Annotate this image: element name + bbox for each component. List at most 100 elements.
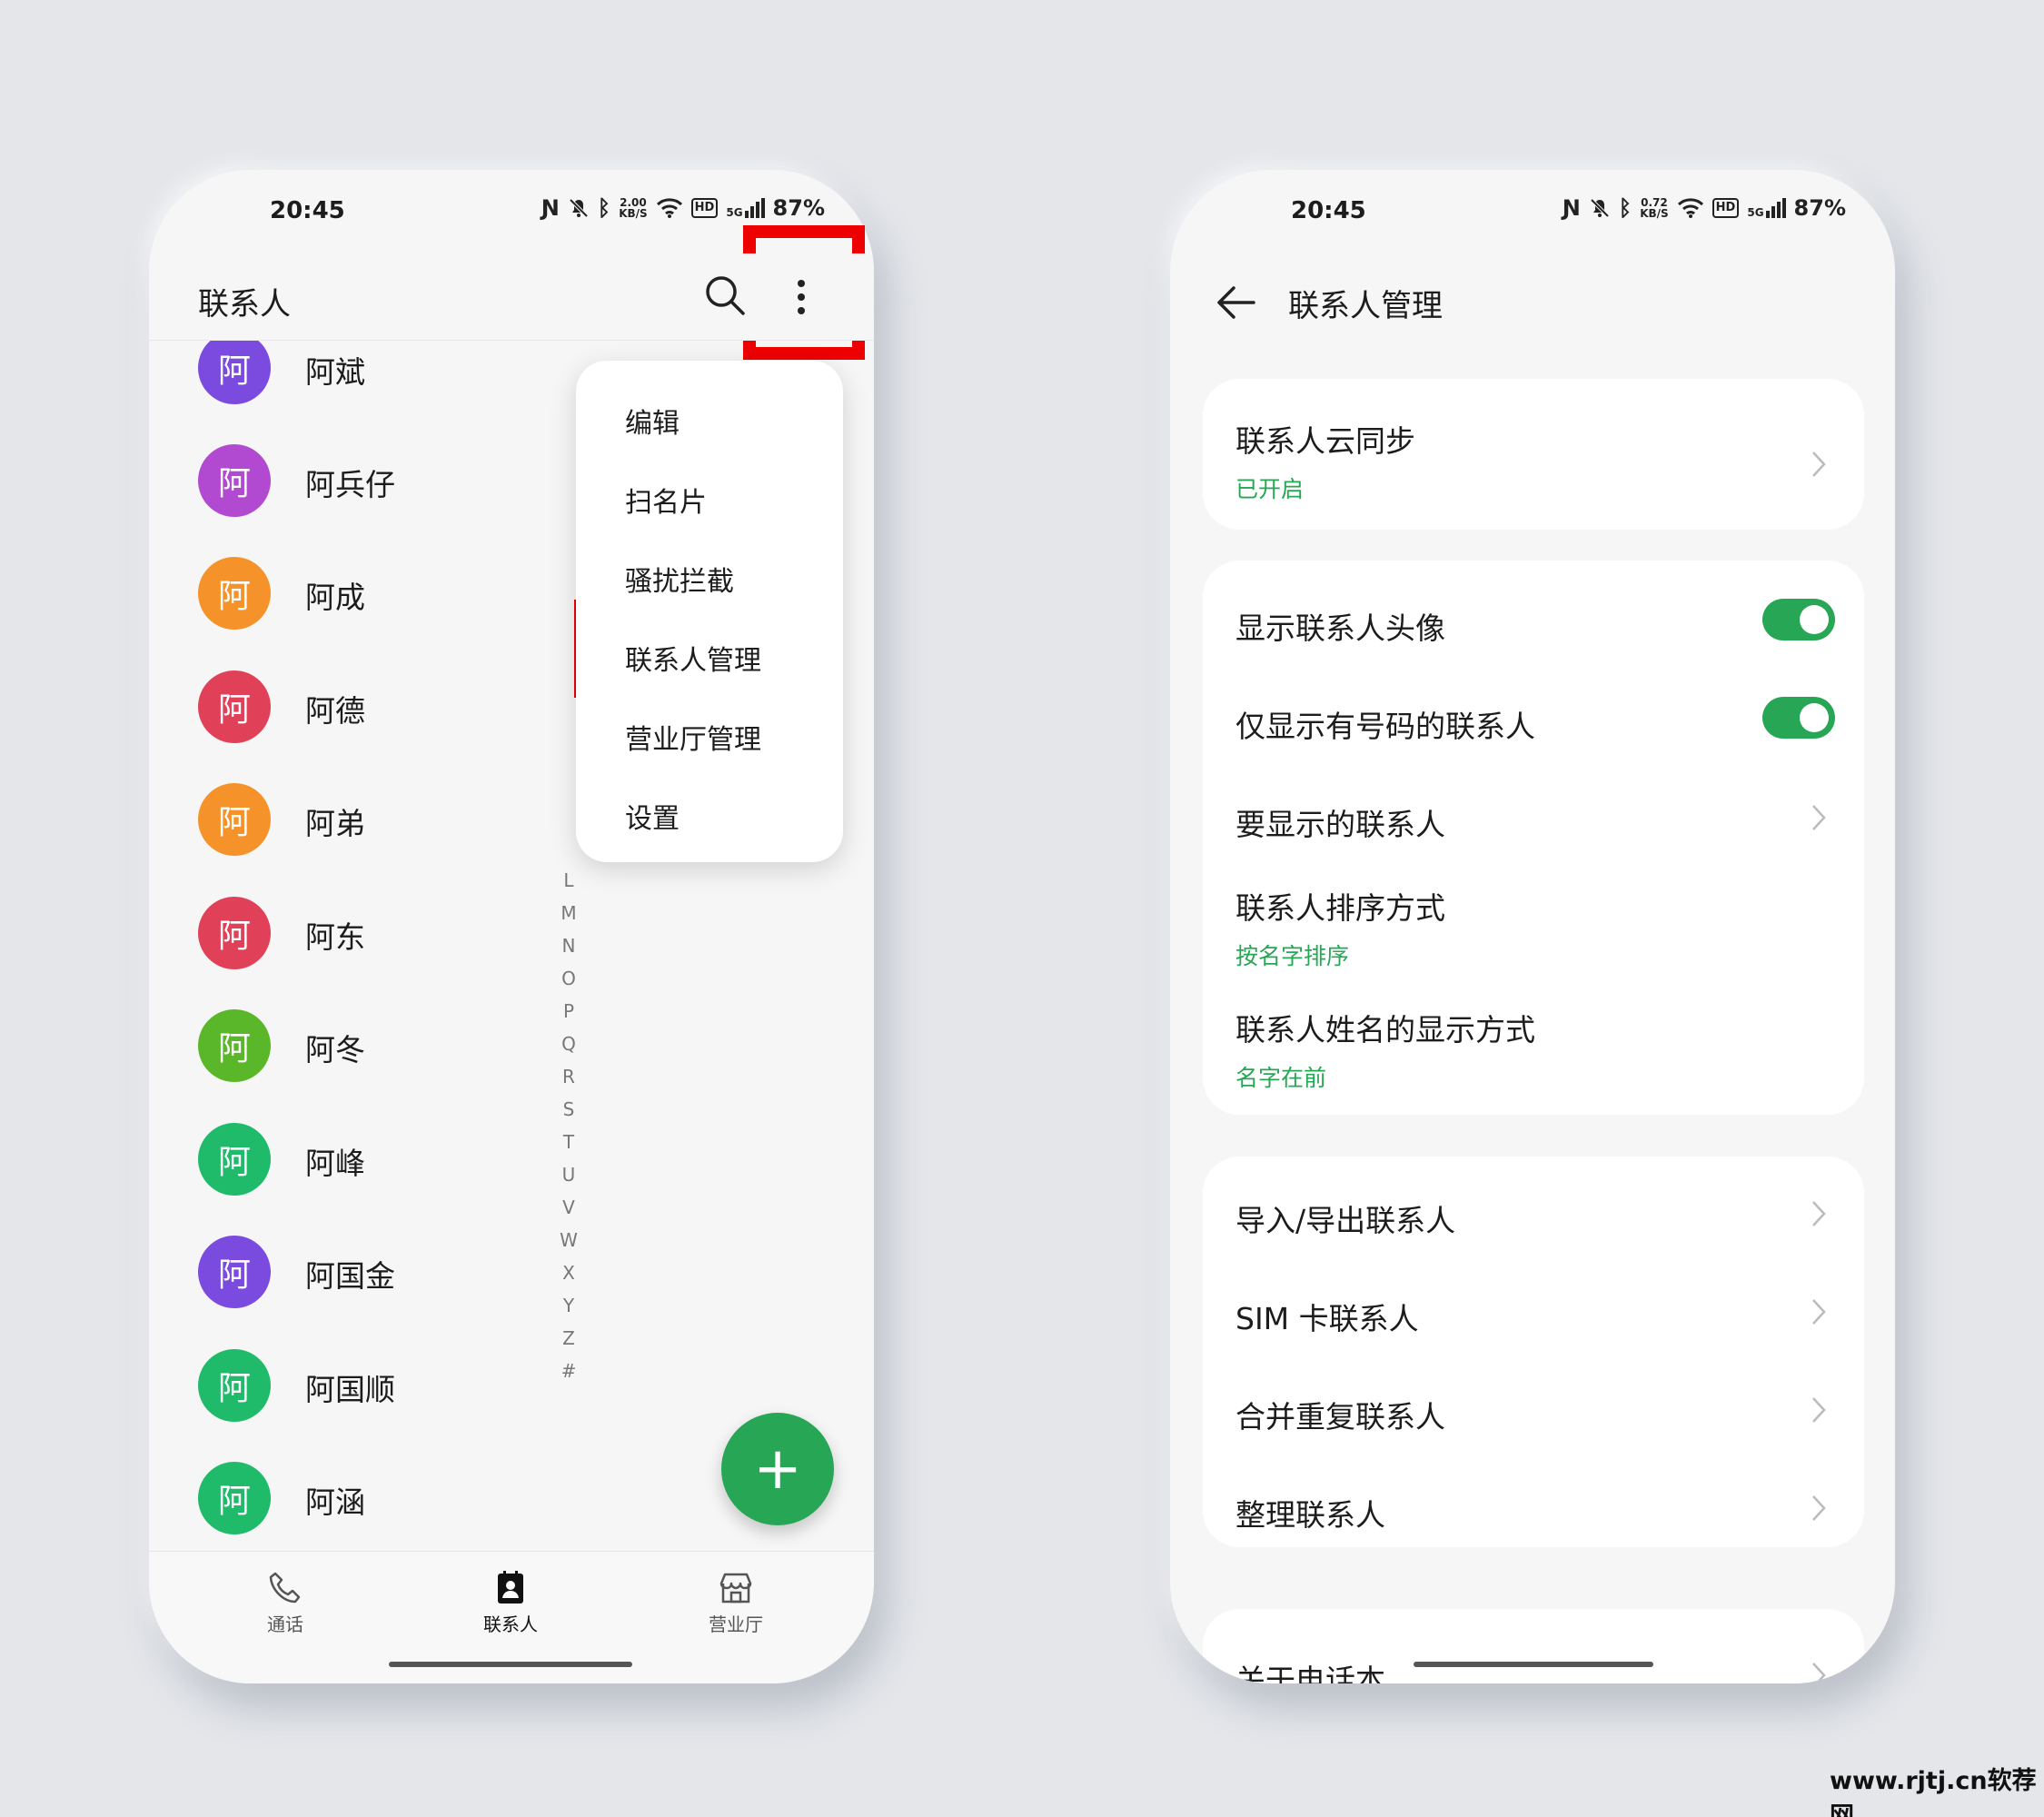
organize-contacts-row[interactable]: 整理联系人 [1235, 1491, 1835, 1534]
nav-contacts[interactable]: 联系人 [456, 1570, 565, 1636]
contact-avatar: 阿 [198, 897, 271, 969]
contact-avatar: 阿 [198, 1236, 271, 1308]
nav-calls[interactable]: 通话 [231, 1570, 340, 1636]
sort-order-value: 按名字排序 [1235, 943, 1350, 969]
contact-row[interactable]: 阿阿涵 [198, 1462, 652, 1536]
nav-store-label: 营业厅 [709, 1613, 763, 1635]
menu-item-contact-management[interactable]: 联系人管理 [625, 638, 761, 678]
cloud-sync-row[interactable]: 联系人云同步 已开启 [1235, 417, 1835, 504]
index-letter[interactable]: U [551, 1158, 587, 1191]
menu-item-edit[interactable]: 编辑 [625, 401, 680, 441]
index-letter[interactable]: Q [551, 1028, 587, 1060]
show-avatar-row[interactable]: 显示联系人头像 [1235, 599, 1835, 648]
index-letter[interactable]: S [551, 1093, 587, 1126]
sort-order-row[interactable]: 联系人排序方式 按名字排序 [1235, 884, 1835, 971]
store-icon [719, 1573, 752, 1604]
menu-item-store-management[interactable]: 营业厅管理 [625, 717, 761, 757]
nfc-icon: Ɲ [1562, 195, 1581, 221]
hd-badge: HD [690, 198, 719, 218]
mute-bell-icon [1590, 198, 1610, 218]
contact-avatar: 阿 [198, 1123, 271, 1196]
index-letter[interactable]: Z [551, 1322, 587, 1355]
page-title: 联系人 [198, 286, 291, 323]
home-indicator[interactable] [389, 1662, 632, 1667]
signal-icon: 5G [1747, 198, 1786, 219]
index-letter[interactable]: M [551, 897, 587, 929]
show-avatar-toggle[interactable] [1762, 599, 1835, 640]
menu-item-settings[interactable]: 设置 [625, 796, 680, 836]
merge-duplicates-row[interactable]: 合并重复联系人 [1235, 1393, 1835, 1436]
add-contact-button[interactable]: + [721, 1413, 834, 1525]
alphabet-index[interactable]: L M N O P Q R S T U V W X Y Z # [551, 864, 587, 1387]
show-avatar-label: 显示联系人头像 [1235, 611, 1445, 646]
about-row[interactable]: 关于电话本 [1235, 1656, 1835, 1683]
index-letter[interactable]: N [551, 929, 587, 962]
contact-name: 阿斌 [305, 354, 365, 390]
contact-name: 阿弟 [305, 806, 365, 841]
chevron-right-icon [1812, 1397, 1826, 1423]
contact-management-screen: 20:45 Ɲ ᛒ 0.72 KB/S HD 5G 87% 联系人管理 联系人云同… [1170, 170, 1895, 1683]
contact-name: 阿德 [305, 693, 365, 729]
search-icon[interactable] [703, 273, 747, 317]
home-indicator[interactable] [1414, 1662, 1653, 1667]
chevron-right-icon [1812, 1495, 1826, 1521]
index-letter[interactable]: T [551, 1126, 587, 1158]
index-letter[interactable]: P [551, 995, 587, 1028]
name-format-label: 联系人姓名的显示方式 [1235, 1012, 1535, 1048]
menu-item-scan-card[interactable]: 扫名片 [625, 480, 707, 520]
contact-avatar: 阿 [198, 1462, 271, 1534]
contacts-to-show-label: 要显示的联系人 [1235, 807, 1445, 842]
chevron-right-icon [1812, 452, 1826, 477]
back-arrow-icon[interactable] [1214, 284, 1255, 321]
name-format-value: 名字在前 [1235, 1065, 1327, 1091]
contact-avatar: 阿 [198, 670, 271, 743]
only-number-toggle[interactable] [1762, 697, 1835, 739]
nav-store[interactable]: 营业厅 [681, 1570, 790, 1636]
signal-bars-icon [744, 198, 765, 218]
index-letter[interactable]: O [551, 962, 587, 995]
index-letter[interactable]: # [551, 1355, 587, 1387]
contacts-to-show-row[interactable]: 要显示的联系人 [1235, 800, 1835, 844]
index-letter[interactable]: Y [551, 1289, 587, 1322]
sim-contacts-row[interactable]: SIM 卡联系人 [1235, 1295, 1835, 1338]
net-speed-unit: KB/S [1640, 207, 1669, 220]
index-letter[interactable]: W [551, 1224, 587, 1256]
import-export-row[interactable]: 导入/导出联系人 [1235, 1196, 1835, 1240]
watermark-text: www.rjtj.cn软荐网 [1830, 1767, 2037, 1817]
signal-bars-icon [1765, 198, 1786, 218]
network-type: 5G [1747, 206, 1764, 219]
organize-contacts-label: 整理联系人 [1235, 1497, 1385, 1533]
signal-icon: 5G [726, 198, 765, 219]
name-format-row[interactable]: 联系人姓名的显示方式 名字在前 [1235, 1006, 1835, 1093]
status-time: 20:45 [270, 197, 345, 224]
sort-order-label: 联系人排序方式 [1235, 890, 1445, 926]
merge-duplicates-label: 合并重复联系人 [1235, 1399, 1445, 1435]
status-time: 20:45 [1291, 197, 1366, 224]
wifi-icon [656, 198, 682, 218]
nfc-icon: Ɲ [541, 195, 560, 221]
cloud-sync-status: 已开启 [1235, 476, 1305, 502]
overflow-menu: 编辑 扫名片 骚扰拦截 联系人管理 营业厅管理 设置 [576, 361, 843, 862]
import-export-label: 导入/导出联系人 [1235, 1203, 1456, 1238]
nav-contacts-label: 联系人 [483, 1613, 538, 1635]
chevron-right-icon [1812, 1663, 1826, 1683]
only-number-row[interactable]: 仅显示有号码的联系人 [1235, 697, 1835, 746]
contact-name: 阿国金 [305, 1258, 395, 1294]
contact-name: 阿东 [305, 919, 365, 955]
contact-name: 阿兵仔 [305, 467, 395, 502]
net-speed: 0.72 KB/S [1640, 197, 1668, 219]
chevron-right-icon [1812, 1201, 1826, 1226]
menu-item-block[interactable]: 骚扰拦截 [625, 559, 734, 599]
index-letter[interactable]: V [551, 1191, 587, 1224]
phone-icon [269, 1572, 301, 1604]
more-options-icon[interactable] [785, 270, 818, 324]
cloud-sync-card: 联系人云同步 已开启 [1203, 379, 1864, 530]
network-type: 5G [726, 206, 743, 219]
nav-calls-label: 通话 [267, 1613, 303, 1635]
index-letter[interactable]: R [551, 1060, 587, 1093]
contact-name: 阿涵 [305, 1484, 365, 1520]
index-letter[interactable]: L [551, 864, 587, 897]
index-letter[interactable]: X [551, 1256, 587, 1289]
status-bar: 20:45 Ɲ ᛒ 0.72 KB/S HD 5G 87% [1170, 170, 1895, 253]
contact-tools-card: 导入/导出联系人 SIM 卡联系人 合并重复联系人 整理联系人 [1203, 1157, 1864, 1547]
